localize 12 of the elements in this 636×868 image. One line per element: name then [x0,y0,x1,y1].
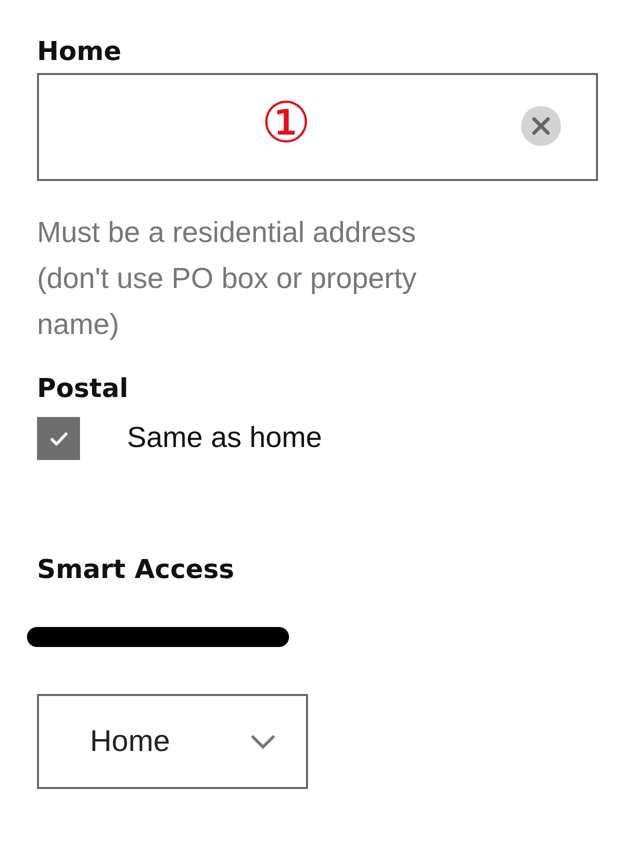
annotation-number: ① [261,91,312,157]
checkbox-label: Same as home [127,422,322,455]
dropdown[interactable]: Home [37,694,308,789]
check-icon [50,432,68,446]
clear-icon[interactable] [521,106,561,146]
section-label: Postal [37,373,130,406]
checkbox[interactable] [37,417,80,460]
chevron-icon [250,734,276,749]
field-label: Home [37,36,122,69]
section-label: Smart Access [37,554,236,587]
hint-text: Must be a residential address (don't use PO box or property name) [37,216,418,343]
address-field[interactable]: ① [37,73,598,181]
